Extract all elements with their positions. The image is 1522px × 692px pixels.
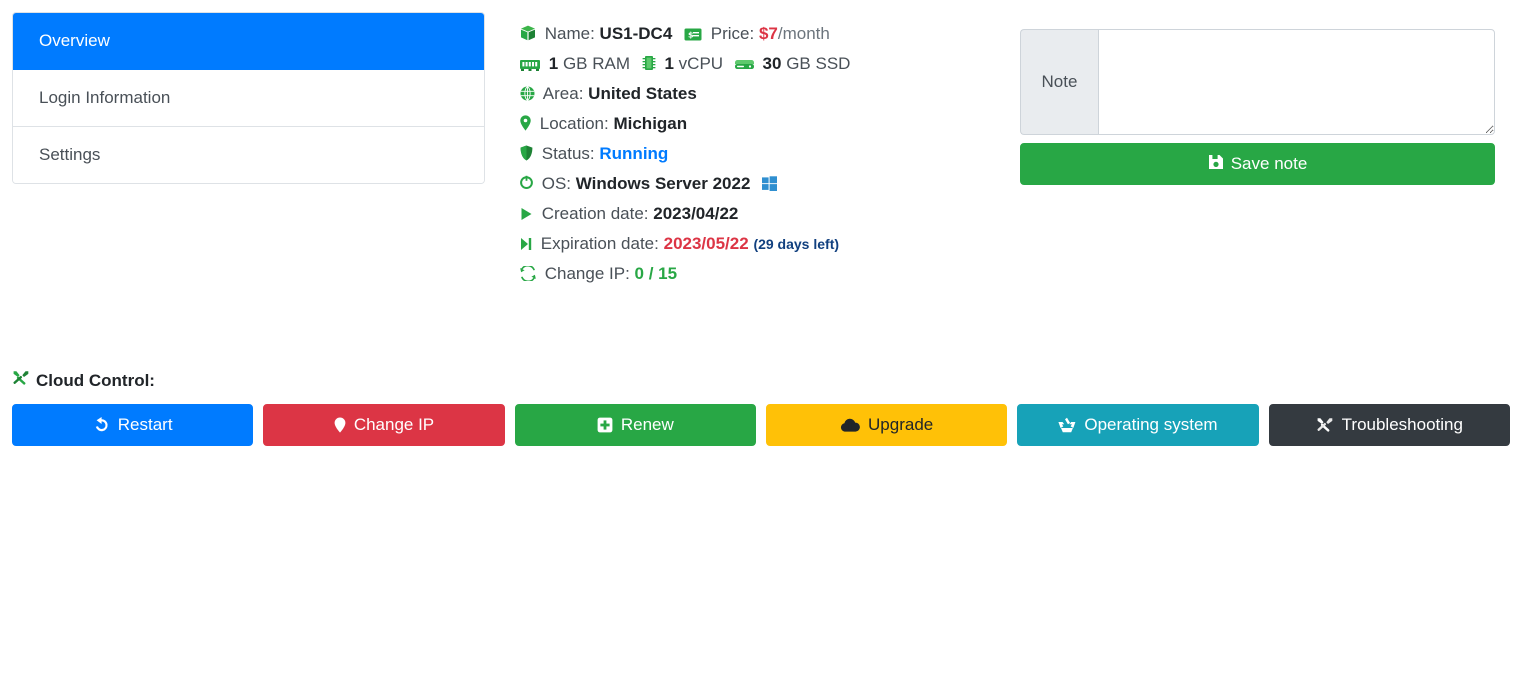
save-note-label: Save note [1230, 154, 1308, 173]
sidebar-item-login-information[interactable]: Login Information [13, 70, 484, 128]
cloud-control-section: Cloud Control: Restart Change IP Renew U… [12, 370, 1510, 446]
spec-value-cpu: 1 [664, 54, 674, 73]
spec-row-area: Area: United States [520, 79, 995, 109]
note-input[interactable] [1098, 29, 1495, 135]
map-marker-icon [520, 115, 531, 131]
spec-value-ram: 1 [548, 54, 559, 73]
spec-value-name: US1-DC4 [599, 24, 673, 43]
renew-button[interactable]: Renew [514, 404, 756, 446]
tools-icon [12, 370, 30, 392]
spec-label-name: Name: [544, 24, 595, 43]
spec-row-status: Status: Running [520, 139, 995, 169]
spec-value-price: $7 [758, 24, 778, 43]
restart-button[interactable]: Restart [12, 404, 254, 446]
plus-square-icon [597, 417, 613, 433]
cloud-control-title: Cloud Control: [12, 370, 1510, 392]
spec-unit-cpu: vCPU [678, 54, 724, 73]
spec-value-price-unit: /month [777, 24, 830, 43]
spec-unit-ram: GB RAM [562, 54, 630, 73]
note-input-group: Note [1020, 29, 1495, 135]
upgrade-button[interactable]: Upgrade [765, 404, 1008, 446]
map-marker-icon [334, 417, 346, 433]
spec-unit-disk: GB SSD [786, 54, 851, 73]
sync-icon [520, 266, 536, 281]
cloud-upload-icon [840, 418, 860, 433]
spec-label-expiration-date: Expiration date: [540, 234, 659, 253]
spec-value-days-left: (29 days left) [753, 236, 840, 252]
server-specs-list: Name: US1-DC4 $ Price: $7/month 1 GB RAM… [485, 12, 995, 289]
status-badge: Running [599, 144, 669, 163]
spec-value-os: Windows Server 2022 [575, 174, 751, 193]
sidebar-item-label: Overview [39, 31, 110, 50]
spec-row-location: Location: Michigan [520, 109, 995, 139]
spec-row-creation-date: Creation date: 2023/04/22 [520, 199, 995, 229]
spec-label-area: Area: [542, 84, 584, 103]
money-bill-icon: $ [684, 28, 702, 41]
spec-label-price: Price: [710, 24, 755, 43]
spec-row-change-ip: Change IP: 0 / 15 [520, 259, 995, 289]
spec-label-location: Location: [539, 114, 609, 133]
globe-icon [520, 86, 535, 101]
power-circle-icon [520, 175, 533, 191]
top-section: Overview Login Information Settings Name… [0, 0, 1522, 289]
step-forward-icon [520, 237, 532, 251]
box-icon [520, 25, 536, 41]
spec-value-area: United States [588, 84, 697, 103]
spec-value-change-ip: 0 / 15 [634, 264, 678, 283]
spec-value-creation-date: 2023/04/22 [653, 204, 739, 223]
operating-system-button[interactable]: Operating system [1017, 404, 1259, 446]
renew-label: Renew [620, 415, 674, 434]
spec-row-os: OS: Windows Server 2022 [520, 169, 995, 199]
memory-icon [520, 58, 540, 71]
spec-value-location: Michigan [613, 114, 688, 133]
tools-icon [1316, 417, 1334, 434]
spec-value-expiration-date: 2023/05/22 [663, 234, 749, 253]
upgrade-label: Upgrade [868, 415, 934, 434]
spec-label-creation-date: Creation date: [541, 204, 649, 223]
server-overview-page: Overview Login Information Settings Name… [0, 0, 1522, 692]
note-label: Note [1020, 29, 1098, 135]
sidebar-item-label: Settings [39, 145, 101, 165]
recycle-icon [1058, 417, 1076, 433]
spec-label-status: Status: [541, 144, 595, 163]
spec-row-hardware: 1 GB RAM 1 vCPU 30 GB SSD [520, 49, 995, 79]
undo-icon [93, 417, 110, 433]
spec-value-disk: 30 [762, 54, 782, 73]
change-ip-label: Change IP [353, 415, 435, 434]
change-ip-button[interactable]: Change IP [263, 404, 505, 446]
spec-row-name: Name: US1-DC4 $ Price: $7/month [520, 19, 995, 49]
spec-row-expiration-date: Expiration date: 2023/05/22 (29 days lef… [520, 229, 995, 259]
note-panel: Note Save note [995, 12, 1510, 185]
sidebar-nav-list: Overview Login Information Settings [12, 12, 485, 185]
save-note-button[interactable]: Save note [1020, 143, 1495, 185]
sidebar-item-overview[interactable]: Overview [13, 13, 484, 71]
shield-icon [520, 145, 533, 161]
spec-label-change-ip: Change IP: [544, 264, 630, 283]
sidebar-nav-column: Overview Login Information Settings [12, 12, 485, 185]
sidebar-item-settings[interactable]: Settings [13, 127, 484, 184]
cloud-control-title-label: Cloud Control: [36, 371, 155, 390]
hdd-icon [734, 59, 754, 71]
save-icon [1208, 154, 1224, 175]
troubleshooting-button[interactable]: Troubleshooting [1268, 404, 1510, 446]
operating-system-label: Operating system [1084, 415, 1218, 434]
windows-icon [762, 176, 778, 191]
troubleshooting-label: Troubleshooting [1341, 415, 1463, 434]
restart-label: Restart [117, 415, 173, 434]
play-icon [520, 207, 533, 221]
spec-label-os: OS: [541, 174, 572, 193]
microchip-icon [642, 55, 656, 71]
cloud-control-button-row: Restart Change IP Renew Upgrade Operatin… [12, 404, 1510, 446]
sidebar-item-label: Login Information [39, 88, 171, 108]
